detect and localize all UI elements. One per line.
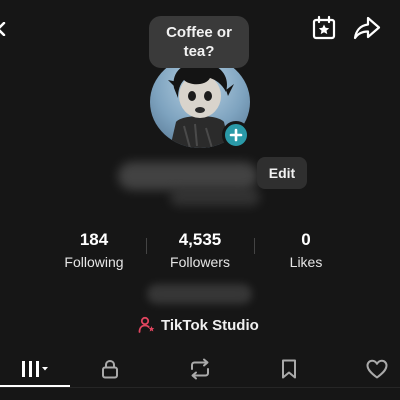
- tab-liked[interactable]: [347, 352, 400, 386]
- stat-followers[interactable]: 4,535 Followers: [150, 230, 250, 273]
- tab-private[interactable]: [80, 352, 140, 386]
- tab-bar-divider: [0, 387, 400, 388]
- stat-following-value: 184: [79, 230, 109, 249]
- tab-videos[interactable]: [0, 352, 70, 386]
- calendar-star-icon[interactable]: [311, 15, 337, 41]
- share-icon[interactable]: [353, 15, 381, 41]
- tab-reposts[interactable]: [170, 352, 230, 386]
- bio-redacted: [147, 284, 252, 304]
- edit-profile-label: Edit: [268, 165, 296, 181]
- stat-divider: [146, 238, 147, 254]
- stat-divider: [254, 238, 255, 254]
- bookmark-icon: [282, 359, 296, 379]
- tab-active-indicator: [0, 385, 70, 387]
- stat-likes-value: 0: [301, 230, 311, 249]
- plus-icon: [229, 128, 243, 142]
- stat-likes[interactable]: 0 Likes: [256, 230, 356, 273]
- tiktok-studio-link[interactable]: TikTok Studio: [138, 314, 259, 336]
- edit-profile-button[interactable]: Edit: [257, 157, 307, 189]
- note-bubble-text: Coffee or tea?: [166, 24, 232, 60]
- lock-icon: [102, 359, 118, 379]
- stat-following-label: Following: [64, 254, 124, 270]
- stat-likes-label: Likes: [289, 254, 323, 270]
- stat-following[interactable]: 184 Following: [44, 230, 144, 273]
- profile-name-redacted: [118, 162, 258, 190]
- profile-username-redacted: [170, 188, 260, 206]
- repost-icon: [191, 358, 209, 380]
- stat-followers-value: 4,535: [178, 230, 222, 249]
- back-icon[interactable]: [0, 22, 6, 36]
- heart-icon: [366, 359, 388, 379]
- stat-followers-label: Followers: [170, 254, 230, 270]
- grid-icon: [22, 361, 48, 377]
- note-bubble[interactable]: Coffee or tea?: [149, 16, 249, 68]
- tiktok-studio-label: TikTok Studio: [161, 316, 259, 334]
- tab-favorites[interactable]: [259, 352, 319, 386]
- add-avatar-button[interactable]: [222, 121, 250, 149]
- studio-icon: [138, 316, 155, 333]
